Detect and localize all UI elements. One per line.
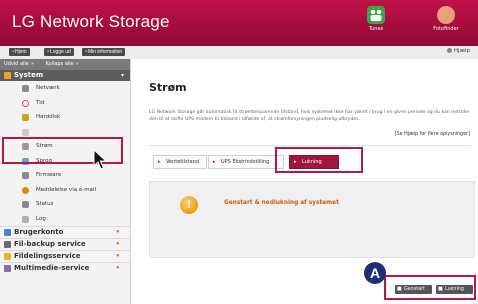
sidebar-section-system[interactable]: System ▾ — [0, 70, 130, 81]
clock-icon — [22, 99, 29, 107]
sidebar-item-firmware[interactable]: Firmware — [0, 168, 130, 183]
callout-buttons — [384, 275, 476, 300]
collapse-all-link[interactable]: Kollaps alle — [46, 61, 74, 67]
sidebar-item-harddisk[interactable]: Harddisk — [0, 110, 130, 125]
divider — [149, 145, 471, 146]
expand-star-icon: • — [115, 252, 120, 260]
page-title: Strøm — [149, 81, 187, 94]
marker-a-badge: A — [364, 262, 386, 284]
see-help-link[interactable]: [Se Hjælp for flere oplysninger] — [395, 132, 470, 137]
sidebar-category-file-share[interactable]: Fildelingsservice • — [0, 250, 130, 262]
restart-icon: ! — [180, 196, 198, 214]
backup-icon — [4, 241, 11, 248]
tab-ups[interactable]: ▸ UPS Ekstrindstilling — [208, 155, 284, 169]
sidebar-category-user-account[interactable]: Brugerkonto • — [0, 226, 130, 238]
photos-label: Fotofinder — [433, 26, 459, 32]
sidebar-item-email[interactable]: Meddelelse via e-mail — [0, 183, 130, 198]
tab-bullet-icon: ▸ — [213, 159, 216, 165]
tab-bullet-icon: ▸ — [158, 159, 161, 165]
disk-icon — [22, 114, 29, 121]
sidebar-category-multimedia[interactable]: Multimedie-service • — [0, 262, 130, 274]
app-title: LG Network Storage — [12, 12, 170, 31]
help-link[interactable]: Hjælp — [447, 48, 470, 54]
top-toolbar: ‣Hjem ‣Logge ud ‣Min information Hjælp — [0, 46, 478, 60]
tunes-label: Tunes — [368, 26, 384, 32]
log-icon — [22, 215, 29, 223]
my-info-button[interactable]: ‣Min information — [82, 48, 126, 56]
tunes-button[interactable]: Tunes — [356, 6, 396, 32]
placeholder-icon — [22, 128, 29, 136]
restart-shutdown-label: Genstart & nedlukning af systemet — [224, 200, 339, 206]
sidebar-item-time[interactable]: Tid — [0, 96, 130, 111]
mouse-cursor-icon — [93, 148, 108, 175]
main-content: Strøm LG Network Storage går automatisk … — [131, 59, 478, 304]
expand-star-icon: • — [115, 240, 120, 248]
sidebar-item-log[interactable]: Log — [0, 212, 130, 227]
app-header: LG Network Storage Tunes Fotofinder — [0, 0, 478, 46]
callout-shutdown-tab — [275, 147, 363, 173]
sidebar-item-status[interactable]: Status — [0, 197, 130, 212]
file-share-icon — [4, 253, 11, 260]
logout-button[interactable]: ‣Logge ud — [44, 48, 74, 56]
expand-star-icon: • — [115, 228, 120, 236]
expand-star-icon: • — [115, 264, 120, 272]
firmware-icon — [22, 172, 29, 179]
user-account-icon — [4, 229, 11, 236]
photos-icon — [437, 6, 455, 24]
collapse-arrow-icon: ▾ — [120, 72, 124, 79]
expand-all-link[interactable]: Udvid alle — [4, 61, 29, 67]
status-icon — [22, 201, 29, 208]
sidebar-category-backup[interactable]: Fil-backup service • — [0, 238, 130, 250]
photos-button[interactable]: Fotofinder — [426, 6, 466, 32]
shutdown-panel: ! Genstart & nedlukning af systemet — [149, 181, 475, 258]
sidebar-expand-bar: Udvid alle» Kollaps alle» — [0, 59, 130, 70]
email-icon — [22, 186, 29, 194]
sidebar: Udvid alle» Kollaps alle» System ▾ Netvæ… — [0, 59, 131, 304]
network-icon — [22, 85, 29, 92]
sidebar-item-network[interactable]: Netværk — [0, 81, 130, 96]
multimedia-icon — [4, 265, 11, 272]
tunes-icon — [367, 6, 385, 24]
home-button[interactable]: ‣Hjem — [9, 48, 30, 56]
help-icon — [447, 48, 453, 53]
page-description: LG Network Storage går automatisk til st… — [149, 110, 470, 122]
tab-standby[interactable]: ▸ Ventetilstand — [153, 155, 207, 169]
system-icon — [4, 72, 11, 79]
